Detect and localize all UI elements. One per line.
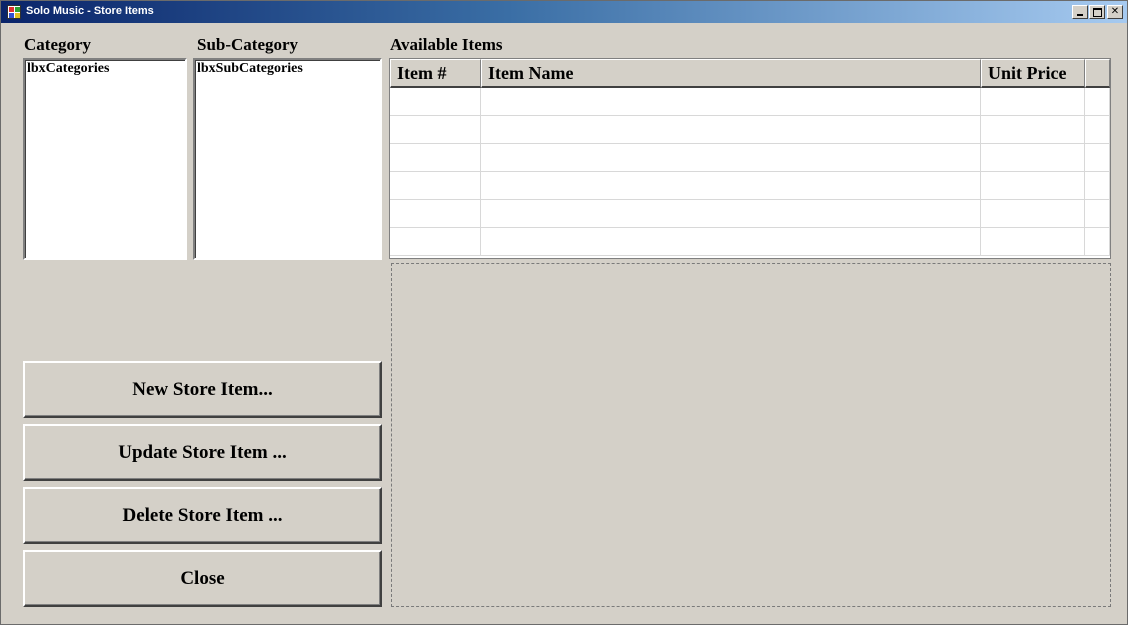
table-row[interactable]	[390, 116, 1110, 144]
table-cell-filler	[1085, 172, 1110, 199]
table-row[interactable]	[390, 200, 1110, 228]
category-listbox[interactable]: lbxCategories	[23, 58, 187, 260]
table-cell-filler	[1085, 228, 1110, 255]
column-header-item-number[interactable]: Item #	[390, 59, 481, 88]
table-cell[interactable]	[981, 144, 1085, 171]
item-detail-panel	[391, 263, 1111, 607]
table-cell[interactable]	[481, 88, 981, 115]
table-row[interactable]	[390, 88, 1110, 116]
table-cell-filler	[1085, 200, 1110, 227]
minimize-icon	[1077, 14, 1083, 16]
table-cell[interactable]	[390, 228, 481, 255]
main-window: Solo Music - Store Items ✕ Category lbxC…	[0, 0, 1128, 625]
table-cell[interactable]	[981, 116, 1085, 143]
title-bar[interactable]: Solo Music - Store Items ✕	[1, 1, 1127, 23]
table-cell[interactable]	[481, 144, 981, 171]
table-cell[interactable]	[390, 172, 481, 199]
table-row[interactable]	[390, 172, 1110, 200]
table-row[interactable]	[390, 144, 1110, 172]
table-cell[interactable]	[981, 172, 1085, 199]
table-cell[interactable]	[390, 116, 481, 143]
table-cell[interactable]	[481, 228, 981, 255]
window-title: Solo Music - Store Items	[26, 5, 154, 17]
grid-header: Item # Item Name Unit Price	[390, 59, 1110, 88]
table-cell-filler	[1085, 88, 1110, 115]
table-cell-filler	[1085, 144, 1110, 171]
maximize-button[interactable]	[1089, 5, 1105, 19]
update-store-item-button[interactable]: Update Store Item ...	[23, 424, 382, 481]
close-button[interactable]: Close	[23, 550, 382, 607]
close-window-button[interactable]: ✕	[1107, 5, 1123, 19]
category-listbox-text: lbxCategories	[27, 61, 110, 76]
table-cell[interactable]	[481, 116, 981, 143]
minimize-button[interactable]	[1072, 5, 1088, 19]
column-header-unit-price[interactable]: Unit Price	[981, 59, 1085, 88]
subcategory-listbox-text: lbxSubCategories	[197, 61, 303, 76]
subcategory-label: Sub-Category	[197, 35, 299, 54]
table-cell[interactable]	[390, 200, 481, 227]
table-cell[interactable]	[481, 200, 981, 227]
maximize-icon	[1093, 8, 1102, 17]
close-icon: ✕	[1110, 6, 1120, 17]
category-label: Category	[24, 35, 92, 54]
table-cell[interactable]	[390, 88, 481, 115]
column-header-item-name[interactable]: Item Name	[481, 59, 981, 88]
table-cell[interactable]	[981, 228, 1085, 255]
column-header-filler	[1085, 59, 1110, 88]
table-cell[interactable]	[390, 144, 481, 171]
table-cell[interactable]	[981, 88, 1085, 115]
table-cell-filler	[1085, 116, 1110, 143]
table-cell[interactable]	[481, 172, 981, 199]
app-icon[interactable]	[7, 5, 21, 19]
delete-store-item-button[interactable]: Delete Store Item ...	[23, 487, 382, 544]
available-items-label: Available Items	[390, 35, 503, 54]
table-cell[interactable]	[981, 200, 1085, 227]
subcategory-listbox[interactable]: lbxSubCategories	[193, 58, 382, 260]
available-items-grid[interactable]: Item # Item Name Unit Price	[389, 58, 1111, 259]
table-row[interactable]	[390, 228, 1110, 256]
new-store-item-button[interactable]: New Store Item...	[23, 361, 382, 418]
